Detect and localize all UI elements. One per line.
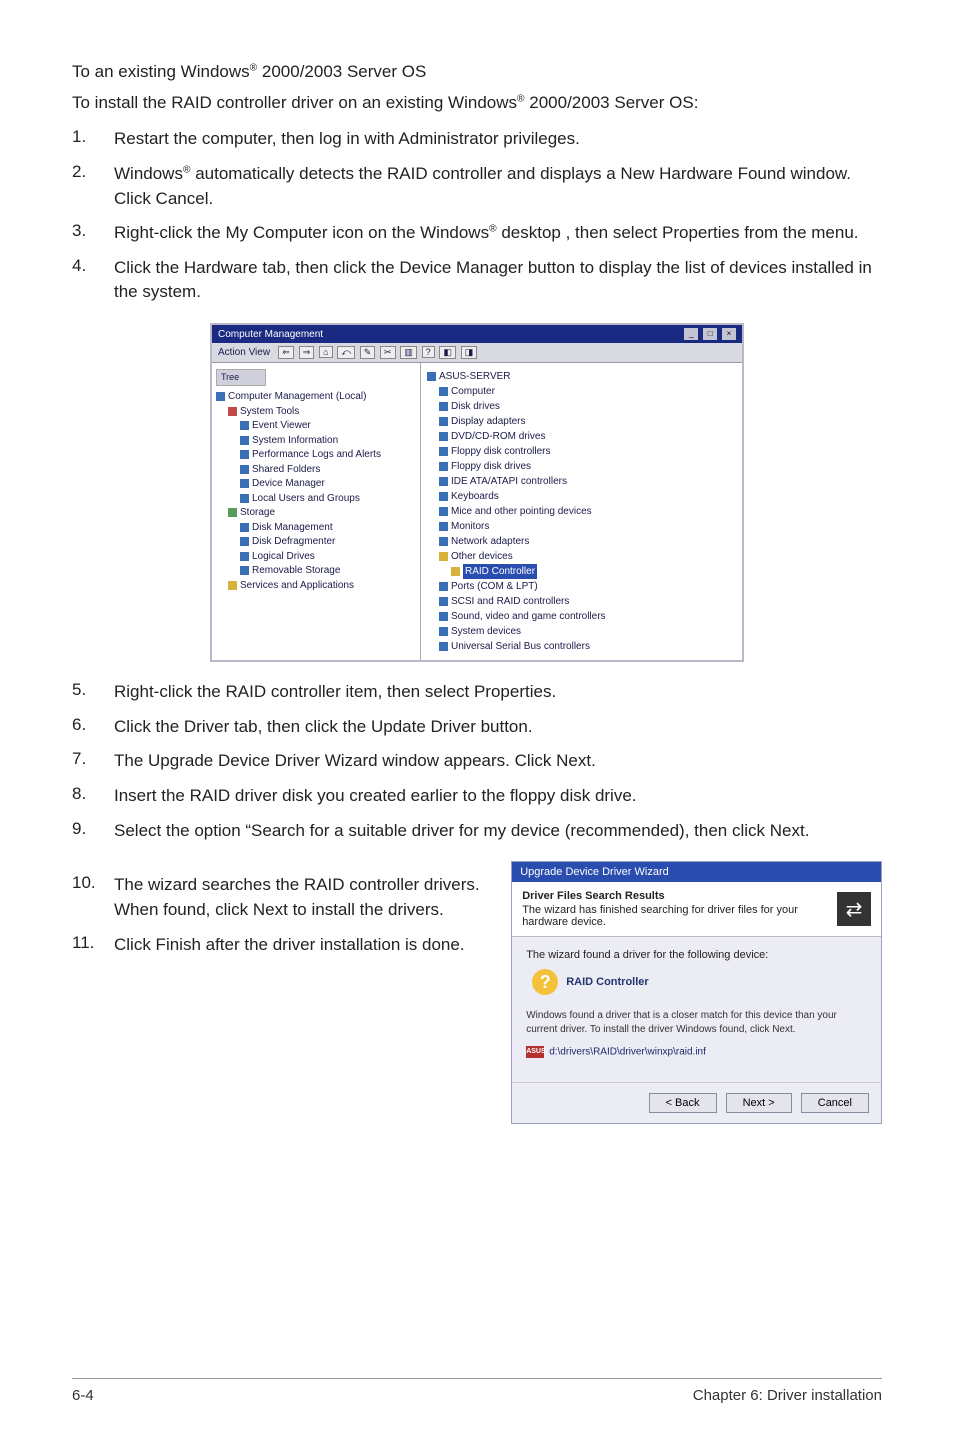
device-item[interactable]: Sound, video and game controllers bbox=[451, 611, 606, 622]
tree-item[interactable]: Performance Logs and Alerts bbox=[252, 449, 381, 460]
driver-wizard-window: Upgrade Device Driver Wizard Driver File… bbox=[511, 861, 882, 1124]
cancel-button[interactable]: Cancel bbox=[801, 1093, 869, 1113]
device-item[interactable]: Monitors bbox=[451, 521, 489, 532]
device-item[interactable]: SCSI and RAID controllers bbox=[451, 596, 569, 607]
toolbar-button[interactable]: ◧ bbox=[439, 346, 456, 359]
tree-item[interactable]: Shared Folders bbox=[252, 464, 320, 475]
tree-item[interactable]: Storage bbox=[240, 507, 275, 518]
page-number: 6-4 bbox=[72, 1387, 94, 1404]
device-item[interactable]: Other devices bbox=[451, 551, 513, 562]
tree-item[interactable]: Disk Defragmenter bbox=[252, 536, 335, 547]
toolbar-button[interactable]: ⇐ bbox=[278, 346, 294, 359]
maximize-icon[interactable]: □ bbox=[703, 328, 717, 340]
device-item[interactable]: Floppy disk controllers bbox=[451, 446, 550, 457]
tree-item[interactable]: Services and Applications bbox=[240, 580, 354, 591]
device-item[interactable]: Universal Serial Bus controllers bbox=[451, 641, 590, 652]
toolbar-button[interactable]: ▥ bbox=[400, 346, 417, 359]
driver-path: ASUSd:\drivers\RAID\driver\winxp\raid.in… bbox=[526, 1046, 867, 1058]
device-item[interactable]: Display adapters bbox=[451, 416, 525, 427]
device-item[interactable]: Ports (COM & LPT) bbox=[451, 581, 538, 592]
toolbar-button[interactable]: ✂ bbox=[380, 346, 396, 359]
toolbar-button[interactable]: ⇒ bbox=[299, 346, 315, 359]
chapter-title: Chapter 6: Driver installation bbox=[693, 1387, 882, 1404]
tree-item[interactable]: Removable Storage bbox=[252, 565, 340, 576]
tree-item[interactable]: Disk Management bbox=[252, 522, 333, 533]
computer-management-window: Computer Management _ □ × Action View ⇐ … bbox=[210, 323, 744, 662]
device-item[interactable]: DVD/CD-ROM drives bbox=[451, 431, 545, 442]
device-item[interactable]: System devices bbox=[451, 626, 521, 637]
tree-item[interactable]: Local Users and Groups bbox=[252, 493, 360, 504]
wizard-titlebar: Upgrade Device Driver Wizard bbox=[512, 862, 881, 882]
device-item[interactable]: Floppy disk drives bbox=[451, 461, 531, 472]
found-device-name: RAID Controller bbox=[566, 976, 649, 988]
steps-list-a: 1.Restart the computer, then log in with… bbox=[72, 127, 882, 305]
steps-list-c: 10.The wizard searches the RAID controll… bbox=[72, 873, 493, 957]
steps-list-b: 5.Right-click the RAID controller item, … bbox=[72, 680, 882, 843]
device-item[interactable]: IDE ATA/ATAPI controllers bbox=[451, 476, 567, 487]
tree-item[interactable]: System Information bbox=[252, 435, 338, 446]
tree-item[interactable]: Device Manager bbox=[252, 478, 325, 489]
back-button[interactable]: < Back bbox=[649, 1093, 717, 1113]
next-button[interactable]: Next > bbox=[726, 1093, 792, 1113]
tree-root[interactable]: Computer Management (Local) bbox=[228, 391, 366, 402]
window-title: Computer Management bbox=[218, 329, 323, 340]
wizard-text: The wizard found a driver for the follow… bbox=[526, 949, 867, 961]
wizard-heading: Driver Files Search Results bbox=[522, 890, 829, 902]
device-item-selected[interactable]: RAID Controller bbox=[463, 564, 537, 579]
device-root[interactable]: ASUS-SERVER bbox=[439, 371, 511, 382]
toolbar-button[interactable]: ? bbox=[422, 346, 435, 358]
page-footer: 6-4 Chapter 6: Driver installation bbox=[72, 1378, 882, 1404]
question-icon: ? bbox=[532, 969, 558, 995]
tree-header: Tree bbox=[216, 369, 266, 386]
toolbar-button[interactable]: ◨ bbox=[461, 346, 478, 359]
minimize-icon[interactable]: _ bbox=[684, 328, 698, 340]
device-item[interactable]: Network adapters bbox=[451, 536, 529, 547]
device-icon: ⇄ bbox=[837, 892, 871, 926]
device-item[interactable]: Disk drives bbox=[451, 401, 500, 412]
device-item[interactable]: Keyboards bbox=[451, 491, 499, 502]
wizard-subheading: The wizard has finished searching for dr… bbox=[522, 904, 829, 928]
intro-line-1: To an existing Windows® 2000/2003 Server… bbox=[72, 60, 882, 85]
menu-bar[interactable]: Action View bbox=[218, 347, 270, 358]
toolbar-button[interactable]: ⌂ bbox=[319, 346, 332, 358]
device-item[interactable]: Computer bbox=[451, 386, 495, 397]
tree-item[interactable]: Event Viewer bbox=[252, 420, 311, 431]
toolbar-button[interactable]: ✎ bbox=[360, 346, 376, 359]
wizard-note: Windows found a driver that is a closer … bbox=[526, 1009, 867, 1036]
flag-icon: ASUS bbox=[526, 1046, 544, 1058]
close-icon[interactable]: × bbox=[722, 328, 736, 340]
toolbar-button[interactable]: ⤺ bbox=[337, 346, 355, 359]
intro-line-2: To install the RAID controller driver on… bbox=[72, 91, 882, 116]
device-item[interactable]: Mice and other pointing devices bbox=[451, 506, 592, 517]
tree-item[interactable]: System Tools bbox=[240, 406, 299, 417]
tree-item[interactable]: Logical Drives bbox=[252, 551, 315, 562]
